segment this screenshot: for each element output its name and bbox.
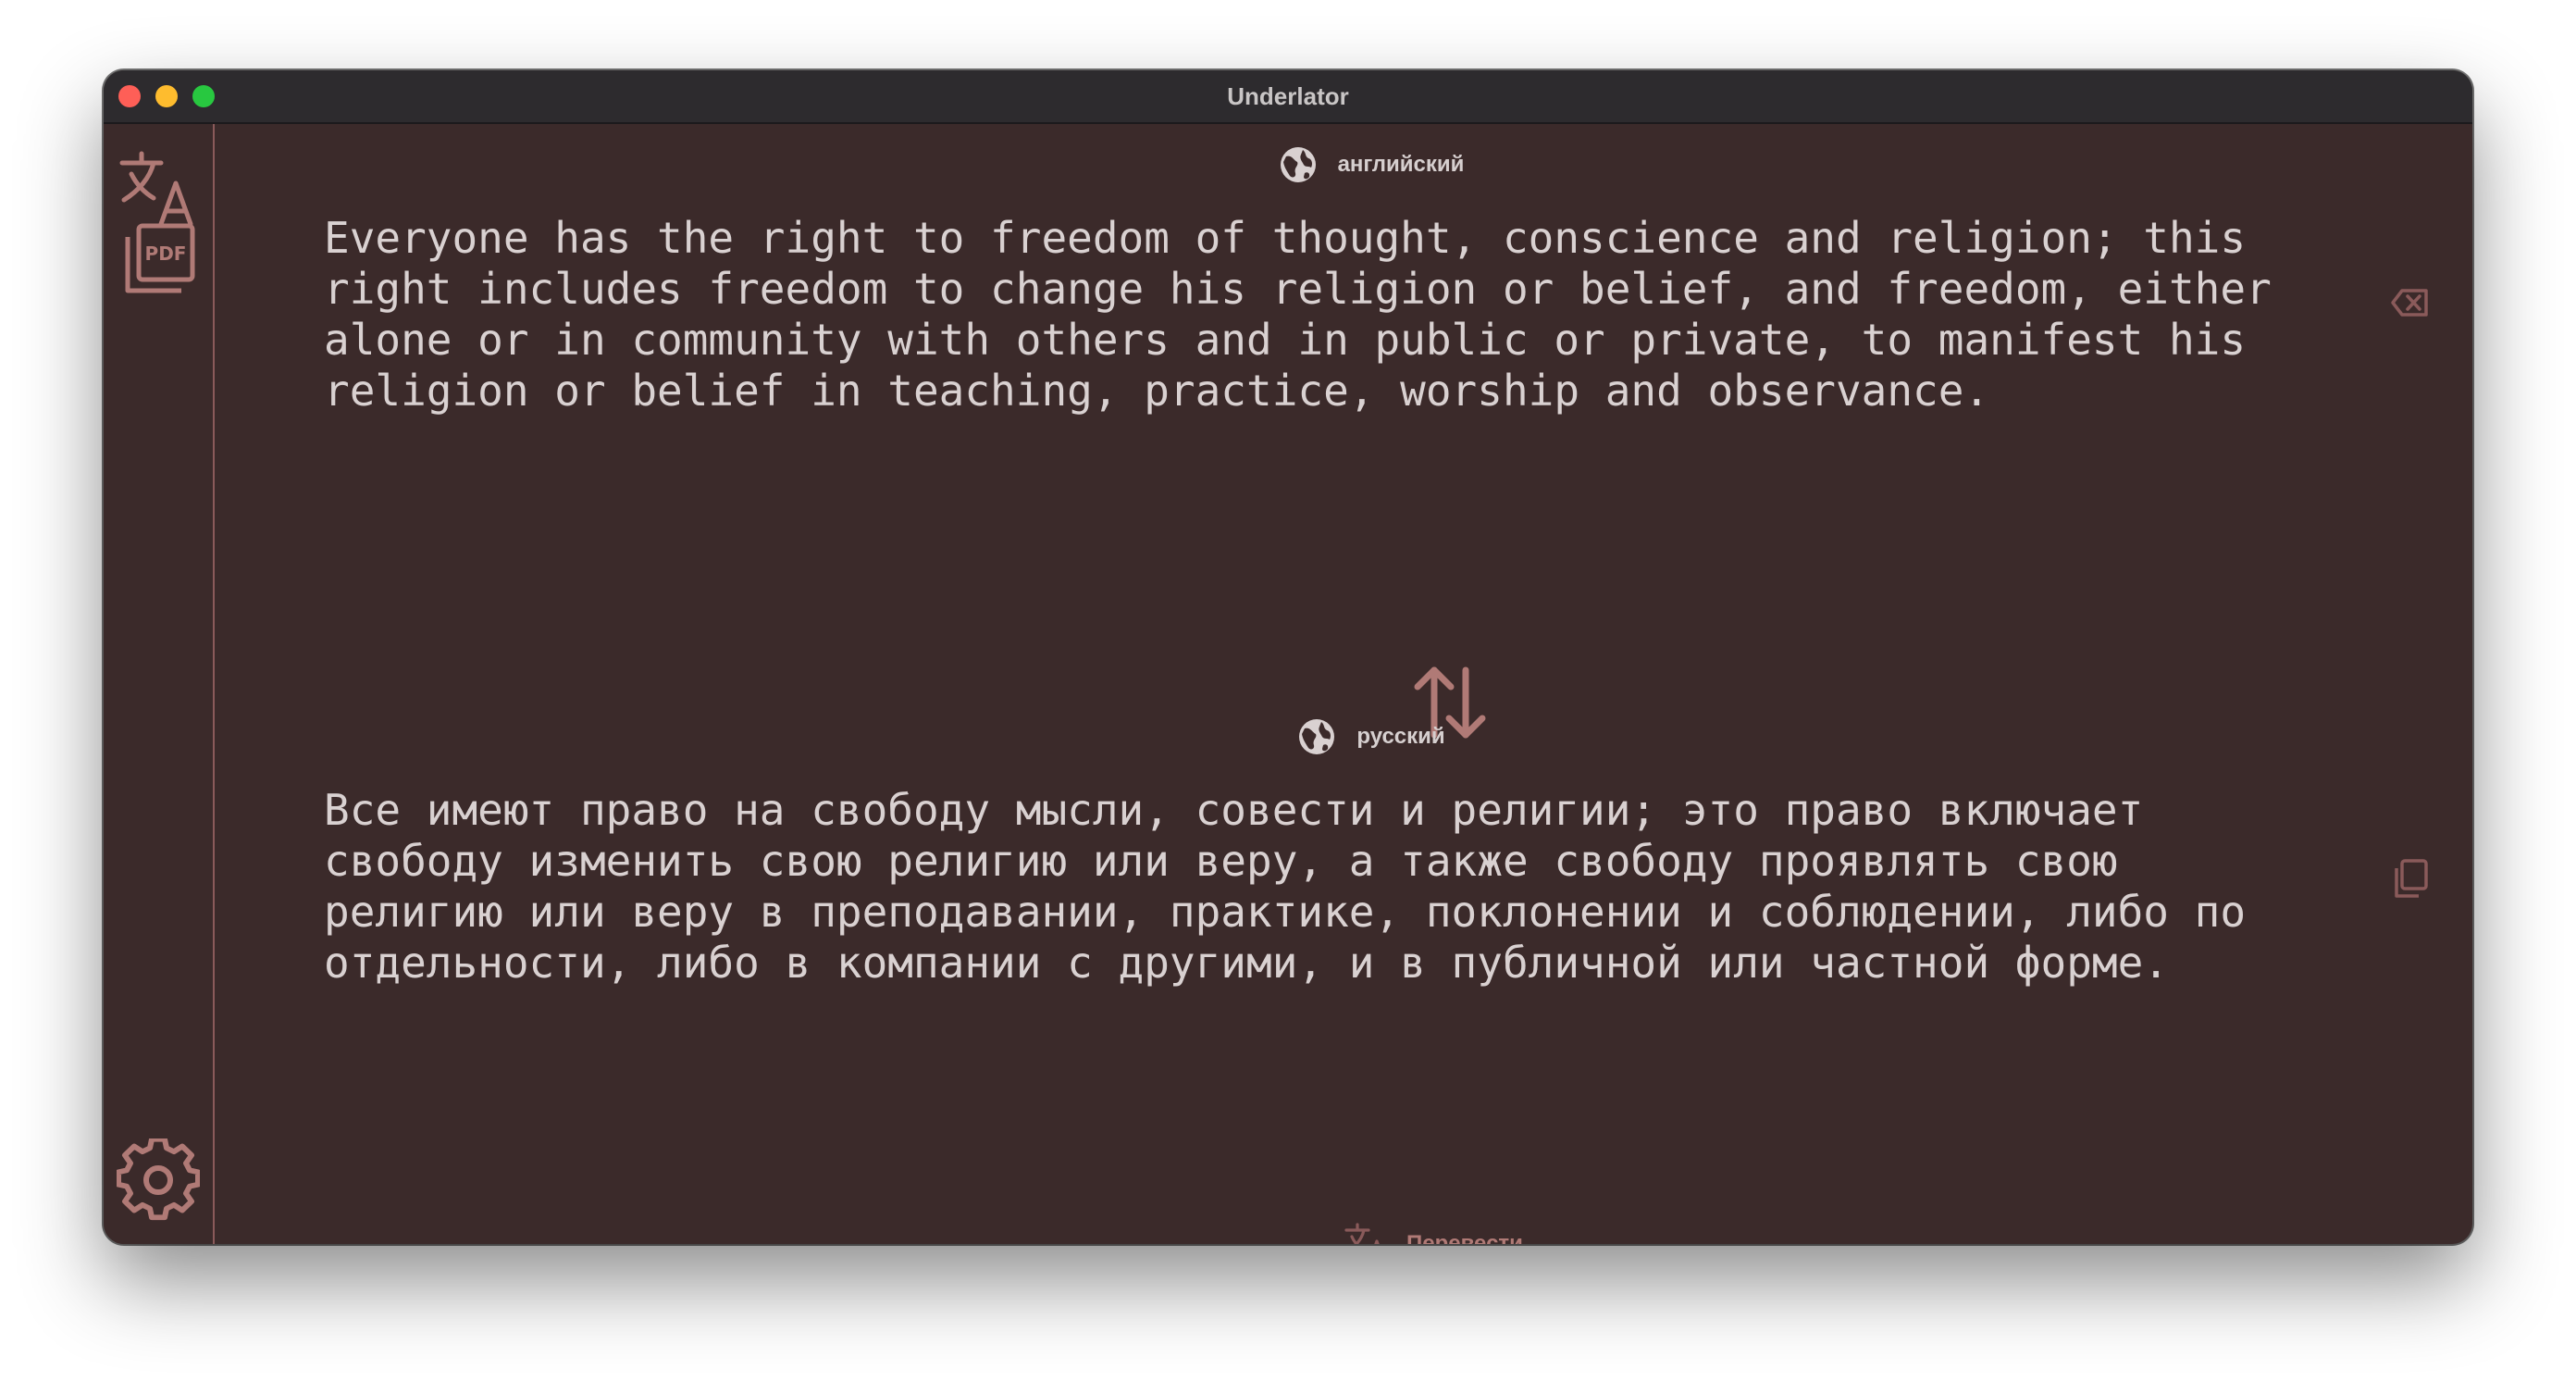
sidebar-item-pdf[interactable]: PDF — [117, 218, 200, 302]
source-language-selector[interactable]: английский — [270, 144, 2472, 185]
copy-icon[interactable] — [2389, 857, 2432, 900]
target-language-label: русский — [1356, 724, 1445, 749]
translate-icon — [119, 151, 193, 227]
globe-icon — [1280, 147, 1316, 182]
svg-text:PDF: PDF — [145, 243, 187, 265]
target-language-selector[interactable]: русский — [270, 716, 2472, 757]
clear-text-icon[interactable] — [2389, 281, 2432, 324]
sidebar-item-settings[interactable] — [116, 1136, 201, 1222]
translated-text-area: Все имеют право на свободу мысли, совест… — [324, 785, 2247, 988]
globe-icon — [1299, 719, 1335, 754]
window-title: Underlator — [1227, 82, 1349, 110]
source-text-area[interactable]: Everyone has the right to freedom of tho… — [324, 213, 2359, 417]
title-bar[interactable]: Underlator — [104, 70, 2472, 124]
source-language-label: английский — [1337, 152, 1465, 177]
translate-button-label: Перевести — [1406, 1231, 1523, 1244]
translate-button[interactable]: Перевести — [1344, 1220, 1523, 1244]
pdf-icon: PDF — [125, 223, 195, 293]
translate-icon — [1344, 1223, 1380, 1244]
app-window: Underlator PDF английский Everyone has t… — [104, 70, 2472, 1244]
sidebar-item-translate[interactable] — [117, 146, 200, 230]
gear-icon — [116, 1136, 201, 1221]
main-content: английский Everyone has the right to fre… — [215, 124, 2472, 1244]
sidebar: PDF — [104, 124, 215, 1244]
